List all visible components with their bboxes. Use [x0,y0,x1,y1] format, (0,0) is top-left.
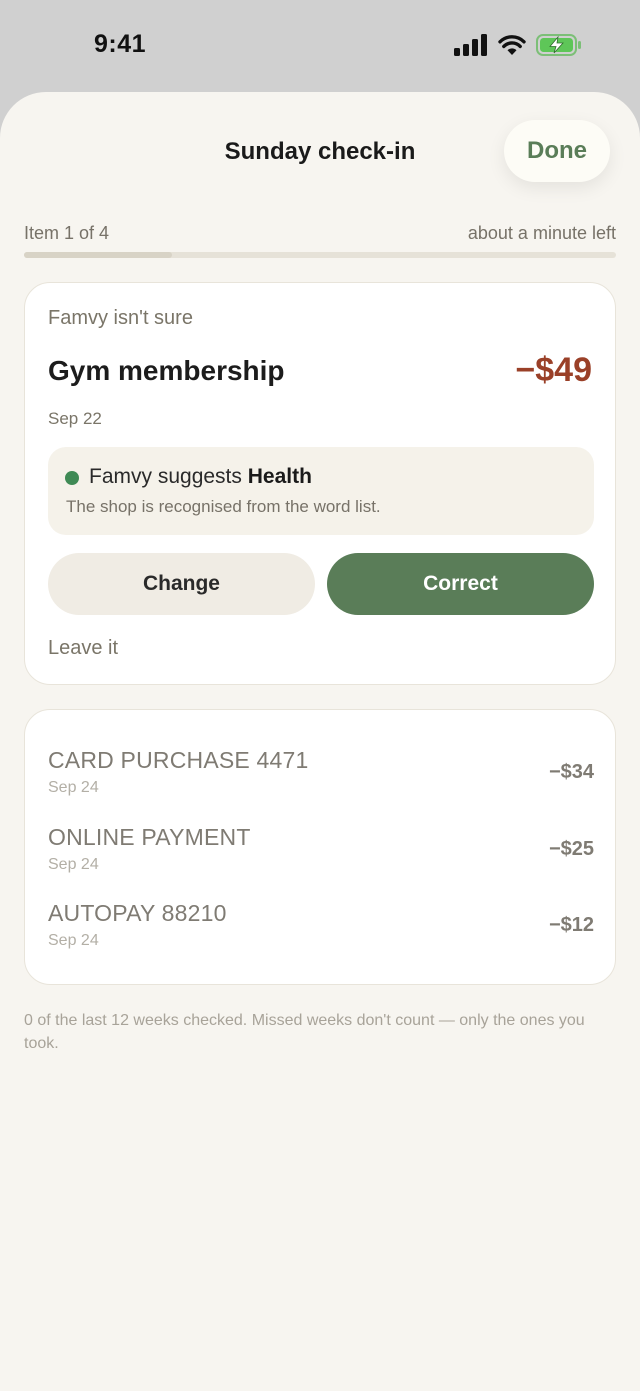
queue-item-amount: −$25 [548,838,594,860]
progress-track [24,252,616,258]
list-item[interactable]: ONLINE PAYMENT Sep 24 −$25 [25,824,617,890]
status-icons [454,34,582,56]
queue-item-name: ONLINE PAYMENT [48,824,251,850]
change-button[interactable]: Change [48,553,315,615]
suggestion-reason: The shop is recognised from the word lis… [66,497,381,516]
status-time: 9:41 [94,30,147,58]
queue-item-date: Sep 24 [48,932,99,949]
upcoming-items-card: CARD PURCHASE 4471 Sep 24 −$34 ONLINE PA… [24,709,616,985]
transaction-date: Sep 22 [48,409,102,428]
suggestion-dot-icon [65,471,79,485]
queue-item-amount: −$34 [548,761,594,783]
queue-item-date: Sep 24 [48,856,99,873]
progress-remaining: about a minute left [467,223,616,243]
suggestion-prefix: Famvy suggests [89,465,242,488]
footer-note: 0 of the last 12 weeks checked. Missed w… [24,1012,585,1052]
queue-item-name: AUTOPAY 88210 [48,900,227,926]
signal-icon [454,34,487,56]
progress-fill [24,252,172,258]
wifi-icon [498,35,526,55]
checkin-sheet: Sunday check-in Done Item 1 of 4 about a… [0,92,640,1391]
suggestion-box: Famvy suggests Health The shop is recogn… [48,447,594,535]
leave-it-link[interactable]: Leave it [48,637,118,660]
progress-label: Item 1 of 4 [24,223,110,243]
queue-item-amount: −$12 [548,914,594,936]
uncertain-label: Famvy isn't sure [48,307,193,329]
current-item-card: Famvy isn't sure Gym membership −$49 Sep… [24,282,616,685]
suggestion-line: Famvy suggests Health [89,465,312,489]
transaction-amount: −$49 [515,351,592,389]
correct-button[interactable]: Correct [327,553,594,615]
done-button[interactable]: Done [504,120,610,182]
queue-item-date: Sep 24 [48,779,99,796]
status-bar: 9:41 [0,0,640,92]
list-item[interactable]: CARD PURCHASE 4471 Sep 24 −$34 [25,747,617,813]
merchant-name: Gym membership [48,355,285,386]
battery-charging-icon [536,34,581,56]
queue-item-name: CARD PURCHASE 4471 [48,747,309,773]
list-item[interactable]: AUTOPAY 88210 Sep 24 −$12 [25,900,617,966]
suggestion-category: Health [247,465,312,488]
